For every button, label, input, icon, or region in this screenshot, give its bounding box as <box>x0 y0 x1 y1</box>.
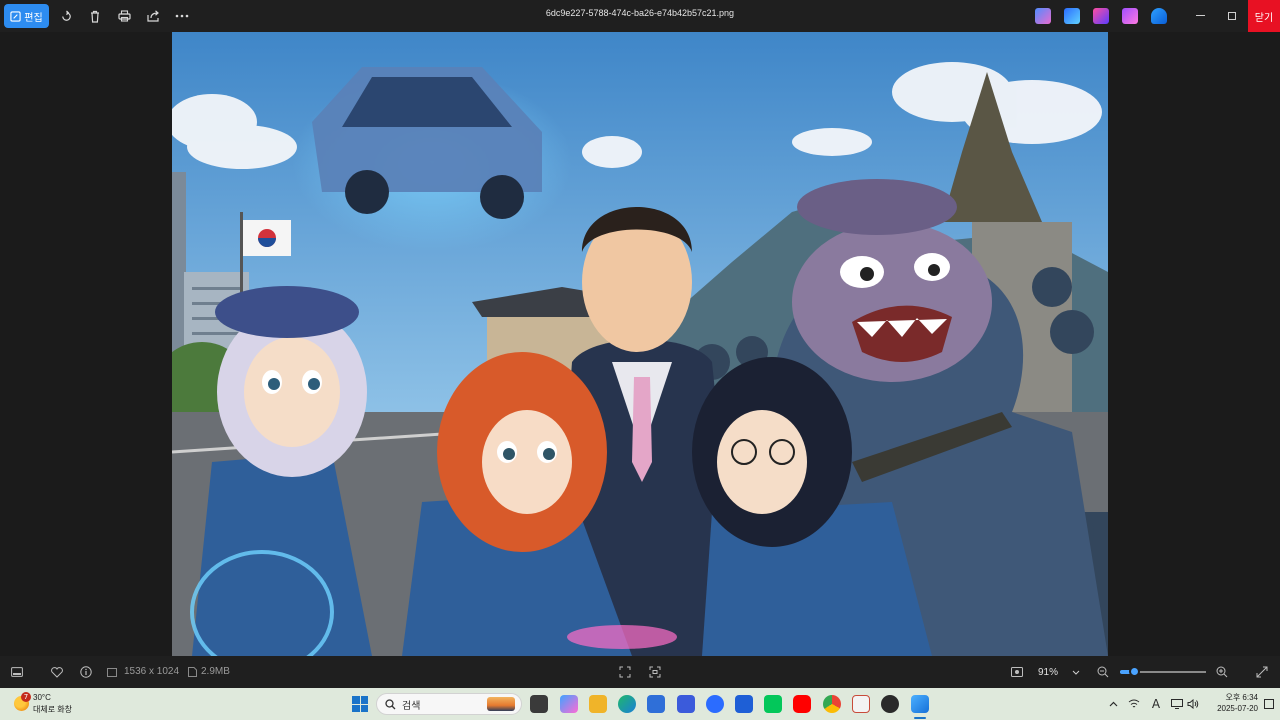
search-highlight-image <box>487 697 515 711</box>
display-icon[interactable] <box>1170 697 1184 711</box>
zoom-out-icon[interactable] <box>1095 664 1111 680</box>
fit-to-window-icon[interactable] <box>617 664 633 680</box>
more-icon[interactable] <box>172 6 192 26</box>
naver-icon[interactable] <box>764 695 782 713</box>
edit-button[interactable]: 편집 <box>4 4 49 28</box>
zoom-slider-thumb[interactable] <box>1129 666 1140 677</box>
create-icon[interactable] <box>1093 8 1109 24</box>
chrome-icon[interactable] <box>823 695 841 713</box>
edit-icon <box>10 10 21 22</box>
image-viewer[interactable] <box>0 32 1280 656</box>
displayed-image[interactable] <box>172 32 1108 656</box>
clock-date[interactable]: 2025-07-20 <box>1200 704 1258 713</box>
fullscreen-icon[interactable] <box>1254 664 1270 680</box>
copilot-icon[interactable] <box>1035 8 1051 24</box>
filmstrip-icon[interactable] <box>9 664 25 680</box>
youtube-icon[interactable] <box>793 695 811 713</box>
photos-app-window: 편집 6dc9e227-5788-474c-ba26-e74b42b57c21.… <box>0 0 1280 688</box>
edge-icon[interactable] <box>618 695 636 713</box>
network-icon[interactable] <box>1127 697 1141 711</box>
zoom-value: 91% <box>1038 666 1059 678</box>
file-size-icon <box>186 664 198 680</box>
windows-logo-icon <box>352 696 360 704</box>
image-size-icon <box>106 664 118 680</box>
weather-temperature[interactable]: 30°C <box>33 693 51 702</box>
info-icon[interactable] <box>78 664 94 680</box>
designer-icon[interactable] <box>1064 8 1080 24</box>
edit-label: 편집 <box>24 12 43 24</box>
zoom-in-icon[interactable] <box>1214 664 1230 680</box>
view-mode-icon[interactable] <box>1009 664 1025 680</box>
taskbar-search[interactable]: 검색 <box>376 693 522 715</box>
weather-description[interactable]: 대체로 화창 <box>33 704 72 715</box>
chevron-down-icon <box>1072 670 1080 675</box>
favorite-icon[interactable] <box>49 664 65 680</box>
clipchamp-icon[interactable] <box>1122 8 1138 24</box>
maximize-icon[interactable] <box>1222 6 1242 26</box>
status-bar: 1536 x 1024 2.9MB 91% <box>0 656 1280 688</box>
minimize-icon[interactable] <box>1190 6 1210 26</box>
actual-size-icon[interactable] <box>647 664 663 680</box>
app-icon-2[interactable] <box>706 695 724 713</box>
taskbar: 7 30°C 대체로 화창 검색 A 오후 6:34 2025-07-20 <box>0 688 1280 720</box>
active-app-indicator <box>914 717 926 719</box>
app-icon-1[interactable] <box>677 695 695 713</box>
ime-indicator[interactable]: A <box>1149 697 1163 711</box>
share-icon[interactable] <box>143 6 163 26</box>
start-button[interactable] <box>352 696 368 712</box>
onedrive-icon[interactable] <box>1151 8 1167 24</box>
search-placeholder: 검색 <box>402 700 421 712</box>
show-hidden-icons-icon[interactable] <box>1106 697 1120 711</box>
notification-icon[interactable] <box>1262 697 1276 711</box>
copilot-taskbar-icon[interactable] <box>560 695 578 713</box>
rotate-icon[interactable] <box>56 6 76 26</box>
close-button[interactable]: 닫기 <box>1248 0 1280 32</box>
delete-icon[interactable] <box>85 6 105 26</box>
top-toolbar: 편집 6dc9e227-5788-474c-ba26-e74b42b57c21.… <box>0 0 1280 32</box>
zoom-dropdown[interactable]: 91% <box>1030 661 1088 683</box>
store-icon[interactable] <box>647 695 665 713</box>
task-view-icon[interactable] <box>530 695 548 713</box>
print-icon[interactable] <box>114 6 134 26</box>
media-player-icon[interactable] <box>881 695 899 713</box>
weather-badge: 7 <box>21 692 31 702</box>
app-icon-3[interactable] <box>852 695 870 713</box>
clock-time[interactable]: 오후 6:34 <box>1208 692 1258 703</box>
image-dimensions: 1536 x 1024 <box>124 666 180 677</box>
search-icon <box>385 698 396 709</box>
file-explorer-icon[interactable] <box>589 695 607 713</box>
zoom-app-icon[interactable] <box>735 695 753 713</box>
close-label: 닫기 <box>1254 12 1274 24</box>
volume-icon[interactable] <box>1186 697 1200 711</box>
photos-icon[interactable] <box>911 695 929 713</box>
anime-illustration <box>172 32 1108 656</box>
file-size: 2.9MB <box>201 666 230 677</box>
file-name: 6dc9e227-5788-474c-ba26-e74b42b57c21.png <box>545 8 735 18</box>
